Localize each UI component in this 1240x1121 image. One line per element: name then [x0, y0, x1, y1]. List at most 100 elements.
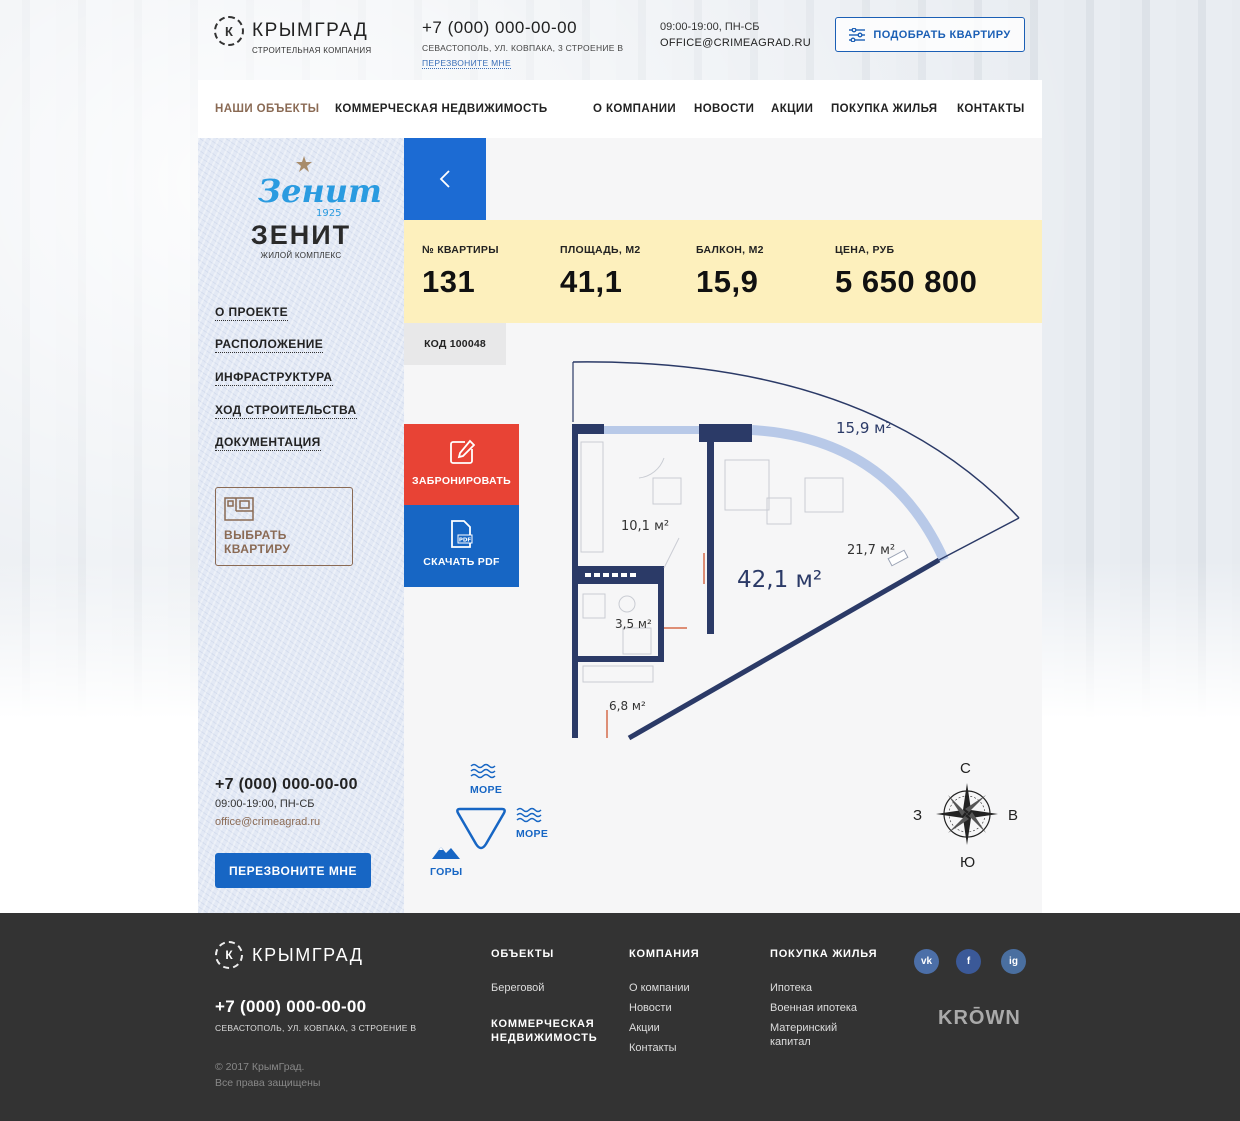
- nav-news[interactable]: НОВОСТИ: [694, 103, 754, 115]
- stat-apartment-number: № КВАРТИРЫ 131: [422, 244, 499, 300]
- site-logo[interactable]: К КРЫМГРАД СТРОИТЕЛЬНАЯ КОМПАНИЯ: [214, 16, 374, 60]
- stat-value: 41,1: [560, 264, 623, 299]
- sidebar-phone[interactable]: +7 (000) 000-00-00: [215, 776, 358, 794]
- footer-link-news[interactable]: Новости: [629, 1001, 672, 1015]
- footer-logo-name: КРЫМГРАД: [252, 945, 364, 965]
- footer-link-mortgage[interactable]: Ипотека: [770, 981, 812, 995]
- top-header: К КРЫМГРАД СТРОИТЕЛЬНАЯ КОМПАНИЯ +7 (000…: [198, 0, 1042, 80]
- apartment-floorplan: 15,9 м² 10,1 м² 21,7 м² 42,1 м² 3,5 м² 6…: [572, 361, 1020, 741]
- project-sidebar: Зенит 1925 ЗЕНИТ ЖИЛОЙ КОМПЛЕКС О ПРОЕКТ…: [198, 138, 404, 913]
- compass-south: Ю: [960, 854, 976, 871]
- stat-label: ПЛОЩАДЬ, М2: [560, 244, 641, 256]
- filter-sliders-icon: [849, 27, 866, 42]
- pick-apartment-label: ПОДОБРАТЬ КВАРТИРУ: [873, 28, 1011, 41]
- stat-value: 131: [422, 264, 476, 299]
- nav-about[interactable]: О КОМПАНИИ: [593, 103, 676, 115]
- stat-label: ЦЕНА, РУБ: [835, 244, 895, 256]
- main-nav: НАШИ ОБЪЕКТЫ КОММЕРЧЕСКАЯ НЕДВИЖИМОСТЬ О…: [198, 80, 1042, 138]
- select-apartment-label: ВЫБРАТЬ КВАРТИРУ: [224, 528, 291, 556]
- instagram-icon[interactable]: ig: [1001, 949, 1026, 974]
- header-email[interactable]: OFFICE@CRIMEAGRAD.RU: [660, 37, 811, 49]
- footer-copyright: © 2017 КрымГрад. Все права защищены: [215, 1059, 415, 1091]
- footer-link-contacts[interactable]: Контакты: [629, 1041, 677, 1055]
- direction-sea-right: МОРЕ: [516, 828, 549, 840]
- footer-link-military-mortgage[interactable]: Военная ипотека: [770, 1001, 857, 1015]
- footer-buy-title[interactable]: ПОКУПКА ЖИЛЬЯ: [770, 948, 877, 960]
- logo-subtitle: СТРОИТЕЛЬНАЯ КОМПАНИЯ: [252, 46, 372, 55]
- stat-value: 15,9: [696, 264, 759, 299]
- nav-contacts[interactable]: КОНТАКТЫ: [957, 103, 1025, 115]
- header-address: СЕВАСТОПОЛЬ, УЛ. КОВПАКА, 3 СТРОЕНИЕ В: [422, 43, 624, 53]
- sidebar-link-documents[interactable]: ДОКУМЕНТАЦИЯ: [215, 435, 321, 451]
- footer-link-about[interactable]: О компании: [629, 981, 690, 995]
- book-label: ЗАБРОНИРОВАТЬ: [412, 475, 511, 487]
- footer-link-beregovoy[interactable]: Береговой: [491, 981, 544, 995]
- vk-icon[interactable]: vk: [914, 949, 939, 974]
- header-hours-email: 09:00-19:00, ПН-СБ OFFICE@CRIMEAGRAD.RU: [660, 21, 811, 49]
- footer-logo-mark-icon: К: [215, 941, 243, 969]
- header-hours: 09:00-19:00, ПН-СБ: [660, 21, 760, 33]
- select-apartment-button[interactable]: ВЫБРАТЬ КВАРТИРУ: [215, 487, 353, 566]
- sidebar-hours: 09:00-19:00, ПН-СБ: [215, 798, 315, 810]
- floorplan-outline: [572, 361, 1020, 741]
- area-kitchen: 10,1 м²: [621, 519, 669, 534]
- download-pdf-button[interactable]: PDF СКАЧАТЬ PDF: [404, 505, 519, 587]
- footer-company-title[interactable]: КОМПАНИЯ: [629, 948, 699, 960]
- rights-text: Все права защищены: [215, 1077, 321, 1089]
- nav-buying[interactable]: ПОКУПКА ЖИЛЬЯ: [831, 103, 937, 115]
- compass-north: С: [960, 760, 971, 777]
- logo-mark-icon: К: [214, 16, 244, 46]
- compass-east: В: [1008, 807, 1019, 824]
- book-button[interactable]: ЗАБРОНИРОВАТЬ: [404, 424, 519, 505]
- download-pdf-label: СКАЧАТЬ PDF: [423, 556, 500, 568]
- copyright-text: © 2017 КрымГрад.: [215, 1061, 305, 1073]
- compass-west: З: [913, 807, 923, 824]
- sidebar-link-construction[interactable]: ХОД СТРОИТЕЛЬСТВА: [215, 403, 357, 419]
- apartment-panel: № КВАРТИРЫ 131 ПЛОЩАДЬ, М2 41,1 БАЛКОН, …: [404, 138, 1042, 913]
- site-footer: К КРЫМГРАД +7 (000) 000-00-00 СЕВАСТОПОЛ…: [0, 913, 1240, 1121]
- back-button[interactable]: [404, 138, 486, 220]
- stat-price: ЦЕНА, РУБ 5 650 800: [835, 244, 977, 300]
- project-name: ЗЕНИТ: [250, 220, 352, 250]
- nav-our-objects[interactable]: НАШИ ОБЪЕКТЫ: [215, 103, 319, 115]
- footer-link-maternity-capital[interactable]: Материнский капитал: [770, 1021, 860, 1049]
- stat-label: БАЛКОН, М2: [696, 244, 764, 256]
- svg-text:PDF: PDF: [459, 538, 472, 544]
- stat-value: 5 650 800: [835, 264, 978, 299]
- area-hall: 6,8 м²: [609, 699, 646, 713]
- sea-waves-icon: [470, 763, 496, 779]
- header-phone[interactable]: +7 (000) 000-00-00: [422, 18, 623, 38]
- stat-balcony: БАЛКОН, М2 15,9: [696, 244, 764, 300]
- project-subtitle: ЖИЛОЙ КОМПЛЕКС: [260, 251, 342, 260]
- pick-apartment-button[interactable]: ПОДОБРАТЬ КВАРТИРУ: [835, 17, 1025, 52]
- direction-sea-top: МОРЕ: [470, 784, 503, 796]
- svg-text:Зенит: Зенит: [258, 172, 382, 210]
- stat-label: № КВАРТИРЫ: [422, 244, 499, 256]
- edit-icon: [450, 439, 475, 464]
- krown-partner-logo[interactable]: KRŌWN: [938, 1007, 1021, 1030]
- sidebar-email[interactable]: office@crimeagrad.ru: [215, 816, 320, 828]
- facebook-icon[interactable]: f: [956, 949, 981, 974]
- direction-mountains: ГОРЫ: [430, 866, 463, 878]
- floorplan-icon: [224, 497, 254, 521]
- sidebar-link-infrastructure[interactable]: ИНФРАСТРУКТУРА: [215, 370, 333, 386]
- header-callback-link[interactable]: ПЕРЕЗВОНИТЕ МНЕ: [422, 58, 511, 69]
- footer-commercial-title[interactable]: КОММЕРЧЕСКАЯ НЕДВИЖИМОСТЬ: [491, 1017, 621, 1045]
- footer-phone[interactable]: +7 (000) 000-00-00: [215, 997, 366, 1017]
- nav-commercial[interactable]: КОММЕРЧЕСКАЯ НЕДВИЖИМОСТЬ: [335, 103, 548, 115]
- sidebar-callback-button[interactable]: ПЕРЕЗВОНИТЕ МНЕ: [215, 853, 371, 888]
- svg-text:1925: 1925: [316, 208, 341, 219]
- nav-promos[interactable]: АКЦИИ: [771, 103, 813, 115]
- area-balcony: 15,9 м²: [836, 419, 892, 437]
- sea-waves-icon: [516, 807, 542, 823]
- area-total: 42,1 м²: [737, 567, 822, 593]
- footer-objects-title[interactable]: ОБЪЕКТЫ: [491, 948, 554, 960]
- sidebar-link-about-project[interactable]: О ПРОЕКТЕ: [215, 305, 289, 321]
- footer-link-promos[interactable]: Акции: [629, 1021, 660, 1035]
- apartment-stats: № КВАРТИРЫ 131 ПЛОЩАДЬ, М2 41,1 БАЛКОН, …: [404, 220, 1042, 323]
- mountains-icon: [432, 847, 460, 859]
- zenit-star-icon: Зенит 1925: [258, 156, 382, 219]
- stat-area: ПЛОЩАДЬ, М2 41,1: [560, 244, 641, 300]
- area-bath: 3,5 м²: [615, 617, 652, 631]
- sidebar-link-location[interactable]: РАСПОЛОЖЕНИЕ: [215, 337, 324, 353]
